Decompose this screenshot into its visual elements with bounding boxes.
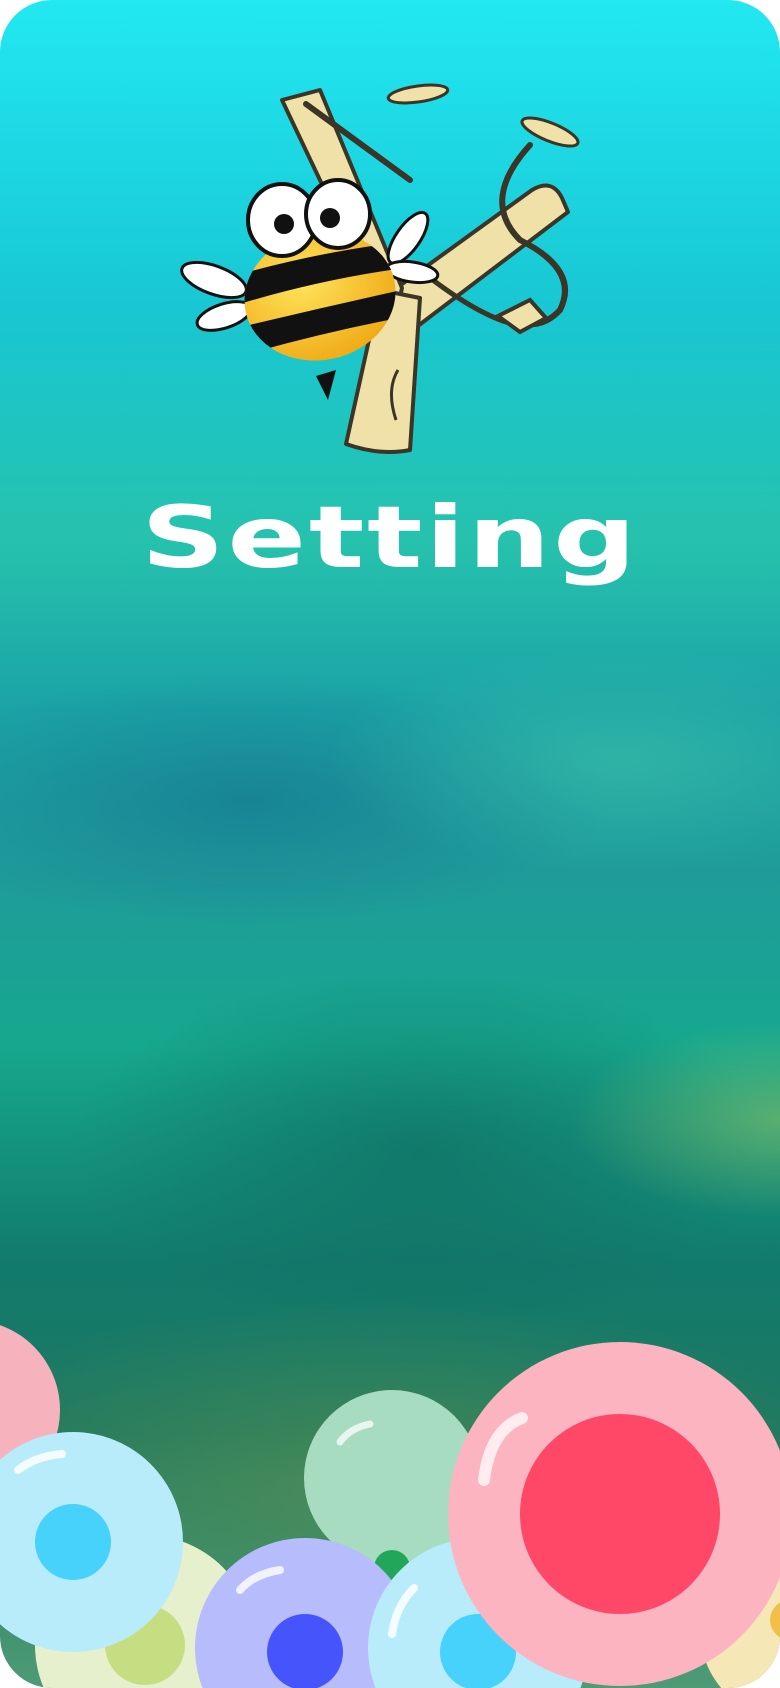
page-title: Setting [141,488,639,588]
bubble-pink-large-right [448,1342,780,1686]
bee-wing-right-top [386,210,430,266]
bee-wing-left-top [180,260,248,300]
bubble-cluster [0,1325,780,1688]
bee-slingshot-icon [180,83,580,454]
game-screen: Setting [0,0,780,1688]
